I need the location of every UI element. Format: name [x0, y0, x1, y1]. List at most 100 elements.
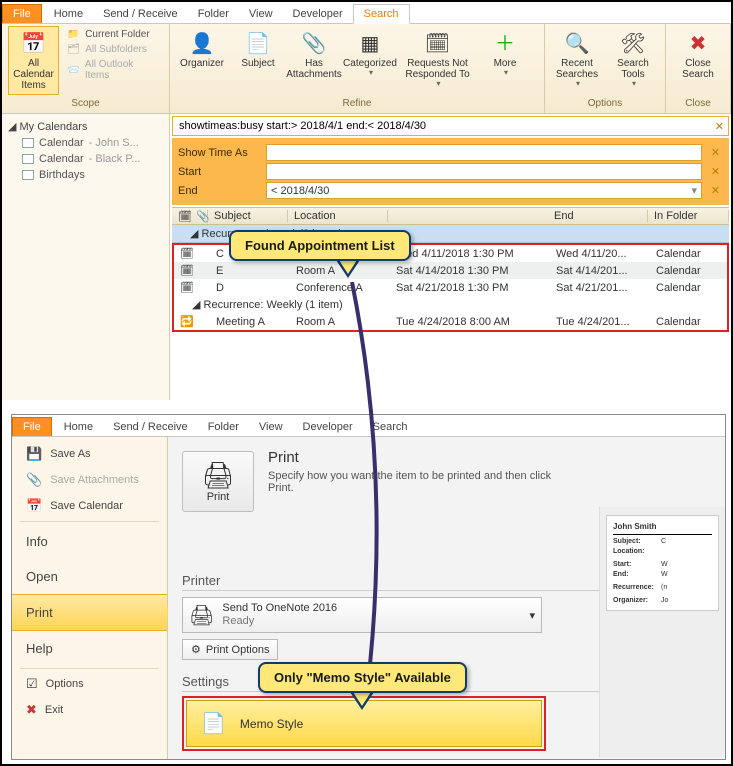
end-input[interactable]: < 2018/4/30▾	[266, 182, 702, 199]
exit-button[interactable]: ✖Exit	[12, 697, 167, 723]
recurring-icon: 🔁	[174, 315, 192, 328]
close-search-button[interactable]: ✖Close Search	[672, 26, 724, 84]
all-calendar-items-button[interactable]: 📅 All Calendar Items	[8, 26, 59, 95]
tab-file[interactable]: File	[12, 417, 52, 436]
table-row[interactable]: 🔁Meeting ARoom ATue 4/24/2018 8:00 AMTue…	[174, 313, 727, 330]
remove-criteria-icon[interactable]: ✕	[708, 165, 723, 178]
search-query-bar[interactable]: ✕	[172, 116, 729, 136]
results-column-header[interactable]: 🗓 📎 Subject Location End In Folder	[172, 207, 729, 225]
calendar-nav-pane: ◢ My Calendars Calendar - John S... Cale…	[2, 114, 170, 400]
ribbon: 📅 All Calendar Items 📁Current Folder 🗂Al…	[2, 24, 731, 114]
save-calendar-button[interactable]: 📅Save Calendar	[12, 493, 167, 519]
open-button[interactable]: Open	[12, 559, 167, 594]
tab-send-receive[interactable]: Send / Receive	[93, 5, 188, 23]
print-options-button[interactable]: ⚙Print Options	[182, 639, 278, 660]
clear-search-icon[interactable]: ✕	[715, 120, 724, 133]
start-input[interactable]	[266, 163, 702, 180]
categories-icon: ▦	[361, 30, 380, 58]
print-button[interactable]: 🖨 Print	[182, 451, 254, 512]
subject-button[interactable]: 📄Subject	[232, 26, 284, 93]
nav-calendar-black[interactable]: Calendar - Black P...	[8, 151, 163, 167]
save-as-button[interactable]: 💾Save As	[12, 441, 167, 467]
tab-view[interactable]: View	[239, 5, 283, 23]
end-label: End	[178, 185, 260, 197]
appointment-icon: 🗓	[174, 247, 192, 260]
all-calendar-items-label: All Calendar Items	[11, 58, 56, 91]
help-button[interactable]: Help	[12, 631, 167, 666]
organizer-button[interactable]: 👤Organizer	[176, 26, 228, 93]
paperclip-icon: 📎	[302, 30, 327, 58]
callout-tail	[336, 260, 360, 278]
printer-selector[interactable]: 🖨 Send To OneNote 2016Ready ▾	[182, 597, 542, 633]
calendar-icon	[22, 138, 34, 148]
memo-style-label: Memo Style	[240, 717, 303, 731]
categorized-button[interactable]: ▦Categorized	[344, 26, 396, 93]
recent-searches-button[interactable]: 🔍Recent Searches	[551, 26, 603, 93]
more-button[interactable]: ＋More	[479, 26, 531, 93]
requests-not-responded-button[interactable]: 🗓Requests Not Responded To	[400, 26, 475, 93]
tab-search[interactable]: Search	[363, 418, 418, 436]
plus-icon: ＋	[495, 30, 515, 58]
printer-section-title: Printer	[182, 573, 220, 588]
refine-criteria-box: Show Time As✕ Start✕ End< 2018/4/30▾✕	[172, 138, 729, 205]
chevron-down-icon[interactable]: ▾	[691, 184, 697, 197]
person-icon: 👤	[190, 30, 215, 58]
print-nav-button[interactable]: Print	[12, 594, 167, 631]
print-button-label: Print	[207, 491, 230, 503]
tab-developer[interactable]: Developer	[293, 418, 363, 436]
requests-icon: 🗓	[425, 30, 450, 58]
options-group-label: Options	[551, 98, 659, 111]
tab-developer[interactable]: Developer	[283, 5, 353, 23]
preview-owner: John Smith	[613, 522, 657, 531]
save-attachments-button: 📎Save Attachments	[12, 467, 167, 493]
tab-home[interactable]: Home	[54, 418, 103, 436]
col-icon[interactable]: 🗓	[172, 210, 190, 223]
printer-icon: 🖨	[201, 460, 234, 491]
table-row[interactable]: 🗓ERoom ASat 4/14/2018 1:30 PMSat 4/14/20…	[174, 262, 727, 279]
settings-section-title: Settings	[182, 674, 229, 689]
outlook-icon: 📨	[67, 65, 81, 76]
search-tools-button[interactable]: 🛠Search Tools	[607, 26, 659, 93]
col-end[interactable]: End	[548, 210, 648, 222]
tab-send-receive[interactable]: Send / Receive	[103, 418, 198, 436]
tab-folder[interactable]: Folder	[188, 5, 239, 23]
table-row[interactable]: 🗓DConference ASat 4/21/2018 1:30 PMSat 4…	[174, 279, 727, 296]
ribbon-tabs: File Home Send / Receive Folder View Dev…	[12, 415, 725, 437]
options-icon: ☑	[26, 676, 38, 692]
col-in-folder[interactable]: In Folder	[648, 210, 729, 222]
calendar-save-icon: 📅	[26, 498, 42, 514]
col-subject[interactable]: Subject	[208, 210, 288, 222]
search-input[interactable]	[177, 119, 715, 133]
exit-icon: ✖	[26, 702, 37, 718]
current-folder-button[interactable]: 📁Current Folder	[63, 28, 163, 41]
group-header-weekly[interactable]: ◢ Recurrence: Weekly (1 item)	[174, 296, 727, 313]
remove-criteria-icon[interactable]: ✕	[708, 146, 723, 159]
folder-icon: 📁	[67, 29, 81, 40]
has-attachments-button[interactable]: 📎Has Attachments	[288, 26, 340, 93]
recent-icon: 🔍	[565, 30, 590, 58]
print-preview: John Smith Subject:C Location: Start:W E…	[599, 507, 725, 757]
col-location[interactable]: Location	[288, 210, 388, 222]
tab-folder[interactable]: Folder	[198, 418, 249, 436]
appointment-icon: 🗓	[174, 281, 192, 294]
chevron-down-icon[interactable]: ▾	[529, 609, 535, 622]
appointment-icon: 🗓	[174, 264, 192, 277]
gear-icon: ⚙	[191, 643, 201, 656]
printer-device-icon: 🖨	[189, 603, 214, 628]
info-button[interactable]: Info	[12, 524, 167, 559]
nav-calendar-john[interactable]: Calendar - John S...	[8, 135, 163, 151]
col-attachment[interactable]: 📎	[190, 210, 208, 223]
options-button[interactable]: ☑Options	[12, 671, 167, 697]
show-time-as-input[interactable]	[266, 144, 702, 161]
all-outlook-items-button: 📨All Outlook Items	[63, 58, 163, 82]
nav-birthdays[interactable]: Birthdays	[8, 167, 163, 183]
remove-criteria-icon[interactable]: ✕	[708, 184, 723, 197]
refine-group-label: Refine	[176, 98, 538, 111]
attachment-icon: 📎	[26, 472, 42, 488]
tab-search[interactable]: Search	[353, 4, 410, 24]
tab-file[interactable]: File	[2, 4, 42, 23]
calendar-icon	[22, 170, 34, 180]
nav-header[interactable]: ◢ My Calendars	[8, 118, 163, 135]
tab-view[interactable]: View	[249, 418, 293, 436]
tab-home[interactable]: Home	[44, 5, 93, 23]
